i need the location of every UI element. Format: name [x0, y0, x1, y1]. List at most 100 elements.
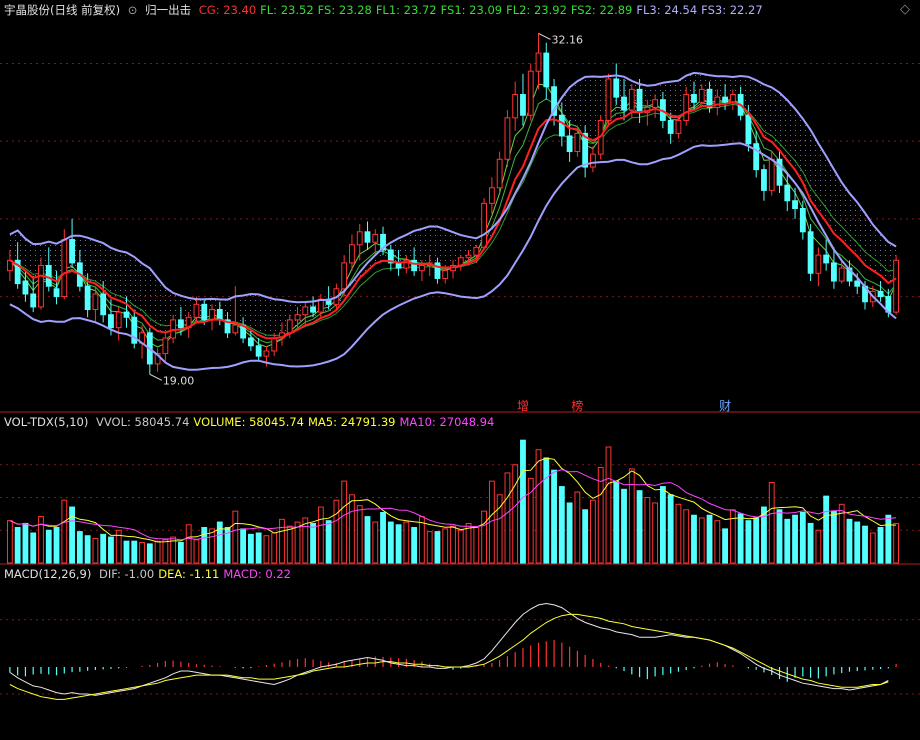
volume-bar [356, 505, 363, 564]
candle-body [675, 119, 682, 134]
volume-bar [776, 509, 783, 564]
candle-body [302, 306, 309, 316]
volume-bar [869, 532, 876, 564]
volume-bar [465, 522, 472, 564]
volume-bar [38, 516, 44, 564]
volume-bar [846, 518, 853, 564]
volume-bar [146, 543, 153, 564]
volume-bar [823, 495, 830, 564]
volume-bar [418, 516, 425, 564]
volume-bar [737, 513, 744, 564]
volume-bar [92, 537, 99, 564]
candle-body [784, 184, 791, 202]
candle-body [722, 96, 728, 103]
candle-body [761, 169, 767, 191]
candle-body [691, 94, 697, 103]
candle-body [706, 88, 713, 108]
volume-bar [706, 514, 713, 564]
event-marker-2: 财 [719, 399, 731, 413]
candle-body [216, 309, 223, 321]
candle-body [442, 270, 449, 279]
volume-bar [30, 532, 37, 564]
candle-body [201, 303, 208, 321]
volume-bar [815, 529, 822, 564]
candle-body [543, 52, 550, 88]
volume-bar [628, 468, 635, 564]
candle-body [38, 264, 44, 308]
candle-body [395, 262, 402, 269]
volume-bar [613, 480, 620, 564]
volume-bar [636, 490, 643, 564]
candle-body [838, 267, 845, 282]
candle-body [178, 319, 184, 329]
volume-bar [108, 536, 114, 564]
volume-bar [341, 480, 348, 564]
volume-bar [714, 520, 721, 564]
volume-bar [22, 522, 29, 564]
volume-bar [387, 521, 394, 564]
volume-bar [761, 506, 767, 564]
candle-body [115, 311, 122, 329]
candle-body [465, 254, 472, 259]
volume-bar [558, 486, 565, 564]
volume-bar [53, 527, 60, 564]
volume-bar [512, 464, 519, 564]
volume-bar [426, 531, 433, 564]
volume-bar [457, 529, 464, 564]
volume-bar [84, 535, 91, 564]
volume-bar [768, 481, 775, 564]
volume-bar [380, 512, 386, 564]
candle-body [100, 293, 107, 316]
volume-bar [753, 517, 760, 564]
candle-body [605, 78, 612, 121]
candlestick-chart[interactable]: 32.16 19.00 增 榜 财 [0, 0, 920, 740]
volume-bar [100, 533, 107, 564]
low-price-label: 19.00 [163, 374, 195, 387]
volume-bar [605, 446, 612, 564]
volume-bar [831, 510, 837, 564]
candle-body [815, 254, 822, 274]
candle-body [488, 187, 495, 204]
volume-bar [286, 525, 293, 564]
volume-bar [76, 531, 83, 564]
volume-bar [263, 535, 270, 564]
volume-bar [349, 494, 355, 564]
candle-body [831, 262, 837, 282]
band-fill [9, 72, 897, 339]
candle-body [473, 246, 480, 256]
volume-bar [240, 528, 247, 564]
volume-bar [893, 522, 900, 564]
volume-bar [862, 525, 868, 564]
volume-bar [675, 503, 682, 564]
candle-body [411, 259, 418, 272]
volume-bar [659, 486, 666, 564]
candle-body [123, 311, 130, 318]
candle-body [652, 99, 659, 108]
volume-bar [123, 540, 130, 564]
candle-body [621, 96, 627, 111]
volume-bar [317, 506, 324, 564]
volume-bar [590, 499, 596, 564]
candle-body [232, 324, 239, 334]
volume-bar [193, 539, 200, 564]
candle-body [418, 264, 425, 272]
candle-body [92, 293, 99, 311]
candle-body [520, 94, 526, 116]
volume-bar [691, 514, 697, 564]
volume-bar [450, 525, 456, 564]
volume-bar [504, 472, 511, 564]
volume-bar [131, 540, 138, 564]
volume-bar [185, 524, 192, 564]
volume-bar [582, 509, 589, 564]
volume-bar [652, 502, 659, 564]
candle-body [349, 244, 355, 264]
volume-bar [551, 469, 557, 564]
low-marker-line [149, 373, 163, 381]
volume-bar [139, 542, 145, 564]
candle-body [745, 114, 752, 145]
candle-body [45, 264, 52, 287]
candle-body [22, 280, 29, 295]
candle-body [683, 94, 690, 121]
volume-bar [535, 449, 542, 564]
candle-body [566, 135, 573, 153]
